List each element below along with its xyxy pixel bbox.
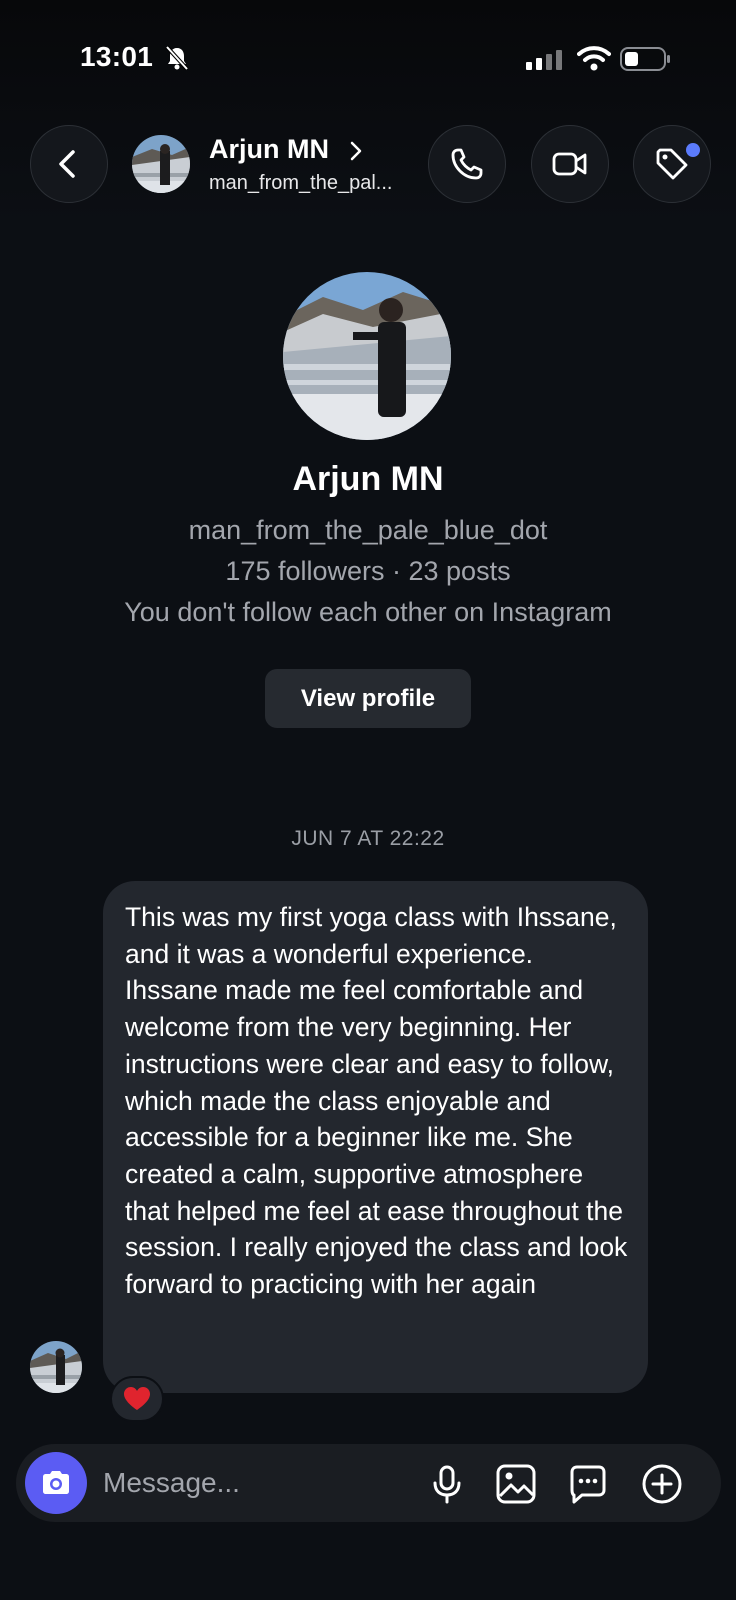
header-avatar[interactable] — [132, 135, 190, 193]
phone-icon — [451, 148, 483, 180]
voice-call-button[interactable] — [428, 125, 506, 203]
wifi-icon — [577, 46, 611, 71]
camera-button[interactable] — [25, 1452, 87, 1514]
gallery-icon[interactable] — [494, 1462, 538, 1506]
tag-button[interactable] — [633, 125, 711, 203]
sticker-icon[interactable] — [566, 1462, 610, 1506]
camera-icon — [43, 1471, 69, 1494]
message-timestamp: JUN 7 AT 22:22 — [291, 827, 445, 850]
message-bubble[interactable]: This was my first yoga class with Ihssan… — [103, 881, 648, 1393]
microphone-icon[interactable] — [425, 1462, 469, 1506]
notification-dot — [686, 143, 700, 157]
heart-icon — [124, 1387, 150, 1410]
profile-name: Arjun MN — [292, 460, 444, 498]
chevron-right-icon — [350, 141, 362, 161]
chevron-left-icon — [59, 150, 75, 178]
profile-stats: 175 followers · 23 posts — [225, 556, 511, 586]
silent-bell-icon — [165, 45, 189, 71]
view-profile-button[interactable]: View profile — [265, 669, 471, 728]
message-text: This was my first yoga class with Ihssan… — [125, 902, 628, 1300]
profile-avatar[interactable] — [283, 272, 451, 440]
profile-username: man_from_the_pale_blue_dot — [188, 515, 548, 545]
sender-avatar[interactable] — [30, 1341, 82, 1393]
follow-relation: You don't follow each other on Instagram — [124, 597, 612, 627]
video-camera-icon — [552, 152, 587, 176]
back-button[interactable] — [30, 125, 108, 203]
battery-icon — [620, 47, 670, 71]
heart-reaction[interactable] — [110, 1376, 164, 1422]
video-call-button[interactable] — [531, 125, 609, 203]
header-name[interactable]: Arjun MN — [209, 134, 329, 165]
message-input[interactable] — [103, 1463, 403, 1503]
add-icon[interactable] — [640, 1462, 684, 1506]
header-username[interactable]: man_from_the_pal... — [209, 172, 392, 195]
status-time: 13:01 — [80, 41, 154, 72]
cellular-signal-icon — [526, 50, 562, 70]
